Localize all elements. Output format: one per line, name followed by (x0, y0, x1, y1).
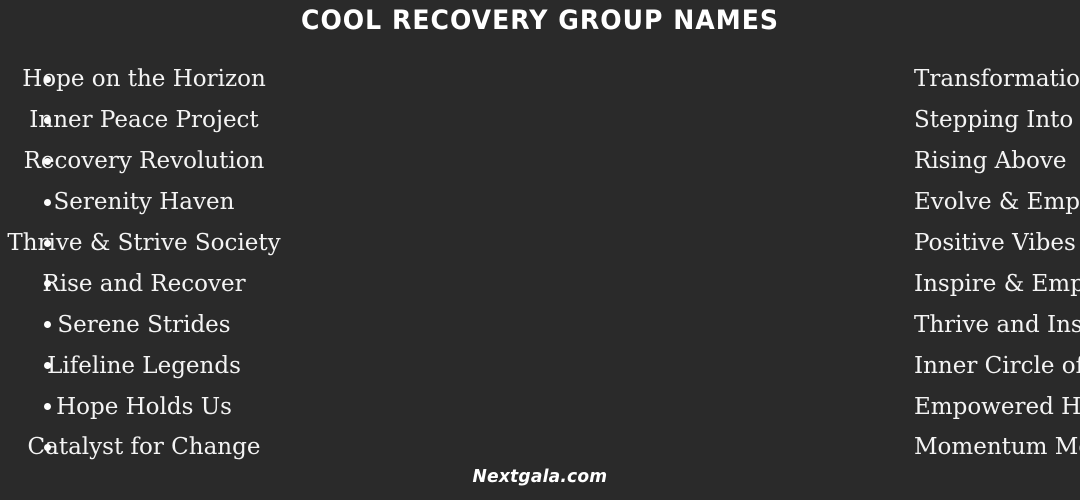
list-item: Empowered Healing (556, 386, 1080, 427)
list-item: Hope on the Horizon (0, 59, 556, 100)
list-item: Serenity Haven (0, 182, 556, 223)
list-item: Rise and Recover (0, 263, 556, 304)
bullet-icon (44, 403, 51, 411)
group-name-label: Serenity Haven (53, 189, 235, 216)
group-name-label: Thrive and Inspire (914, 311, 1080, 338)
group-name-label: Momentum Menders (914, 434, 1080, 461)
group-name-label: Stepping Into Serenity (914, 107, 1080, 134)
list-item: Stepping Into Serenity (556, 100, 1080, 141)
list-item: Lifeline Legends (0, 345, 556, 386)
group-name-label: Lifeline Legends (47, 352, 241, 379)
list-item: Momentum Menders (556, 427, 1080, 468)
group-name-label: Inspire & Empower Ensemble (914, 270, 1080, 297)
list-item: Positive Vibes (556, 223, 1080, 264)
group-name-label: Recovery Revolution (23, 148, 265, 175)
list-item: Serene Strides (0, 304, 556, 345)
list-item: Transformation Titans (556, 59, 1080, 100)
group-name-label: Evolve & Empower Elite (914, 189, 1080, 216)
list-item: Thrive & Strive Society (0, 223, 556, 264)
group-name-label: Hope on the Horizon (22, 66, 266, 93)
right-column: Transformation Titans Stepping Into Seren… (556, 59, 1080, 469)
list-item: Rising Above (556, 141, 1080, 182)
group-name-label: Serene Strides (57, 311, 231, 338)
list-item: Inner Circle of Cool (556, 345, 1080, 386)
bullet-icon (44, 443, 51, 451)
group-name-label: Transformation Titans (914, 66, 1080, 93)
list-item: Evolve & Empower Elite (556, 182, 1080, 223)
group-name-label: Inner Peace Project (29, 107, 259, 134)
bullet-icon (44, 198, 51, 206)
group-name-label: Rising Above (914, 148, 1067, 175)
names-columns: Hope on the Horizon Inner Peace Project Re… (0, 59, 1080, 469)
list-item: Catalyst for Change (0, 427, 556, 468)
group-name-label: Empowered Healing (914, 393, 1080, 420)
bullet-icon (44, 75, 51, 83)
group-name-label: Inner Circle of Cool (914, 352, 1080, 379)
list-item: Inner Peace Project (0, 100, 556, 141)
group-name-label: Rise and Recover (42, 270, 246, 297)
group-name-label: Catalyst for Change (27, 434, 261, 461)
group-name-label: Positive Vibes (914, 230, 1076, 256)
group-name-label: Thrive & Strive Society (7, 230, 281, 256)
list-item: Recovery Revolution (0, 141, 556, 182)
right-names-list: Transformation Titans Stepping Into Seren… (556, 59, 1080, 468)
left-column: Hope on the Horizon Inner Peace Project Re… (0, 59, 556, 469)
list-item: Hope Holds Us (0, 386, 556, 427)
bullet-icon (44, 116, 51, 124)
footer: Nextgala.com (0, 466, 1080, 487)
site-watermark: Nextgala.com (472, 466, 608, 487)
left-names-list: Hope on the Horizon Inner Peace Project Re… (0, 59, 556, 468)
list-item: Thrive and Inspire (556, 304, 1080, 345)
group-name-label: Hope Holds Us (56, 393, 232, 420)
page-title: Cool Recovery Group Names (300, 5, 779, 36)
bullet-icon (44, 157, 51, 165)
list-item: Inspire & Empower Ensemble (556, 263, 1080, 304)
recovery-group-names-poster: Cool Recovery Group Names Hope on the Ho… (0, 0, 1080, 500)
bullet-icon (44, 239, 51, 247)
